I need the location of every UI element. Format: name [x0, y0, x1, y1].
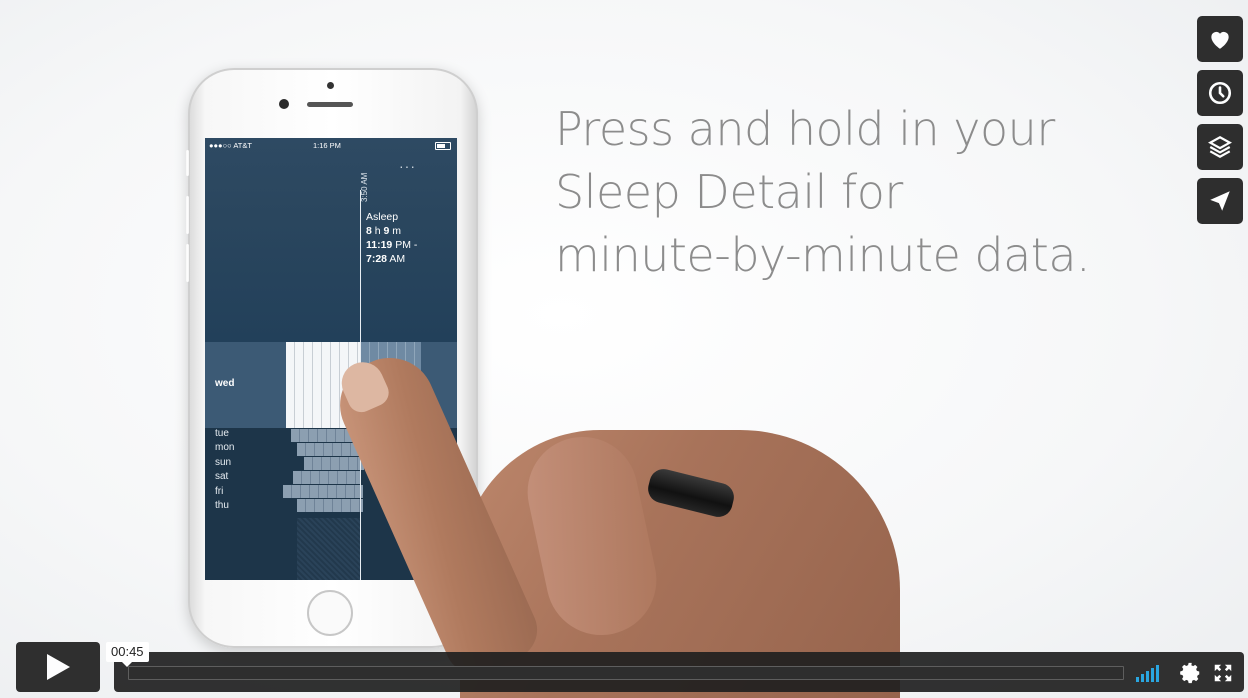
video-caption: Press and hold in your Sleep Detail for …: [555, 98, 1175, 287]
volume-bar: [1146, 671, 1149, 682]
volume-bar: [1141, 674, 1144, 682]
sleep-bar: [283, 485, 363, 498]
heart-icon: [1211, 31, 1229, 49]
fullscreen-icon[interactable]: [1212, 662, 1234, 684]
progress-bar[interactable]: [128, 666, 1124, 680]
sleep-start: 11:19 PM -: [366, 239, 418, 251]
caption-line-1: Press and hold in your: [555, 102, 1055, 156]
phone-volume-down: [186, 244, 189, 282]
like-button[interactable]: [1197, 16, 1243, 62]
caption-line-2: Sleep Detail for: [555, 165, 903, 219]
sleep-bar: [293, 471, 361, 484]
play-button[interactable]: [16, 642, 100, 692]
phone-mute-switch: [186, 150, 189, 176]
sleep-detail-header: [205, 138, 457, 342]
settings-gear-icon[interactable]: [1180, 662, 1202, 684]
asleep-label: Asleep: [366, 211, 399, 223]
cursor-time-label: 3:50 AM: [360, 172, 369, 202]
caption-line-3: minute-by-minute data.: [555, 228, 1091, 282]
clock-icon: [1208, 81, 1232, 105]
play-icon: [47, 654, 70, 680]
phone-speaker: [307, 102, 353, 107]
selected-day-label: wed: [215, 378, 235, 389]
carrier-label: ●●●○○ AT&T: [209, 141, 252, 150]
send-icon: [1210, 191, 1230, 211]
volume-bar: [1151, 668, 1154, 682]
day-label: mon: [215, 442, 235, 454]
phone-home-button: [307, 590, 353, 636]
day-label: tue: [215, 428, 229, 439]
status-time: 1:16 PM: [313, 141, 341, 150]
share-button[interactable]: [1197, 178, 1243, 224]
phone-camera: [327, 82, 334, 89]
awake-hatch: [297, 518, 360, 580]
sleep-end: 7:28 AM: [366, 253, 406, 265]
phone-volume-up: [186, 196, 189, 234]
watch-later-button[interactable]: [1197, 70, 1243, 116]
layers-icon: [1208, 136, 1232, 158]
share-sidebar: [1197, 16, 1243, 232]
timecode-tooltip: 00:45: [106, 642, 149, 667]
day-label: sun: [215, 456, 232, 468]
day-label: sat: [215, 471, 229, 483]
day-label: thu: [215, 500, 229, 512]
battery-icon: [435, 142, 451, 150]
day-list: tue mon sun sat fri thu: [215, 427, 234, 513]
video-player[interactable]: Press and hold in your Sleep Detail for …: [0, 0, 1248, 698]
collections-button[interactable]: [1197, 124, 1243, 170]
volume-bar: [1156, 665, 1159, 682]
day-label: fri: [215, 485, 224, 497]
phone-sensor: [279, 99, 289, 109]
sleep-duration: 8 h 9 m: [366, 225, 402, 237]
sleep-info: Asleep 8 h 9 m 11:19 PM - 7:28 AM: [366, 210, 417, 266]
volume-bar: [1136, 677, 1139, 682]
volume-control[interactable]: [1136, 664, 1166, 682]
sleep-bar: [297, 499, 363, 512]
sleep-bar: [304, 457, 364, 470]
more-icon: ···: [399, 158, 416, 174]
status-bar: ●●●○○ AT&T 1:16 PM: [205, 138, 457, 152]
